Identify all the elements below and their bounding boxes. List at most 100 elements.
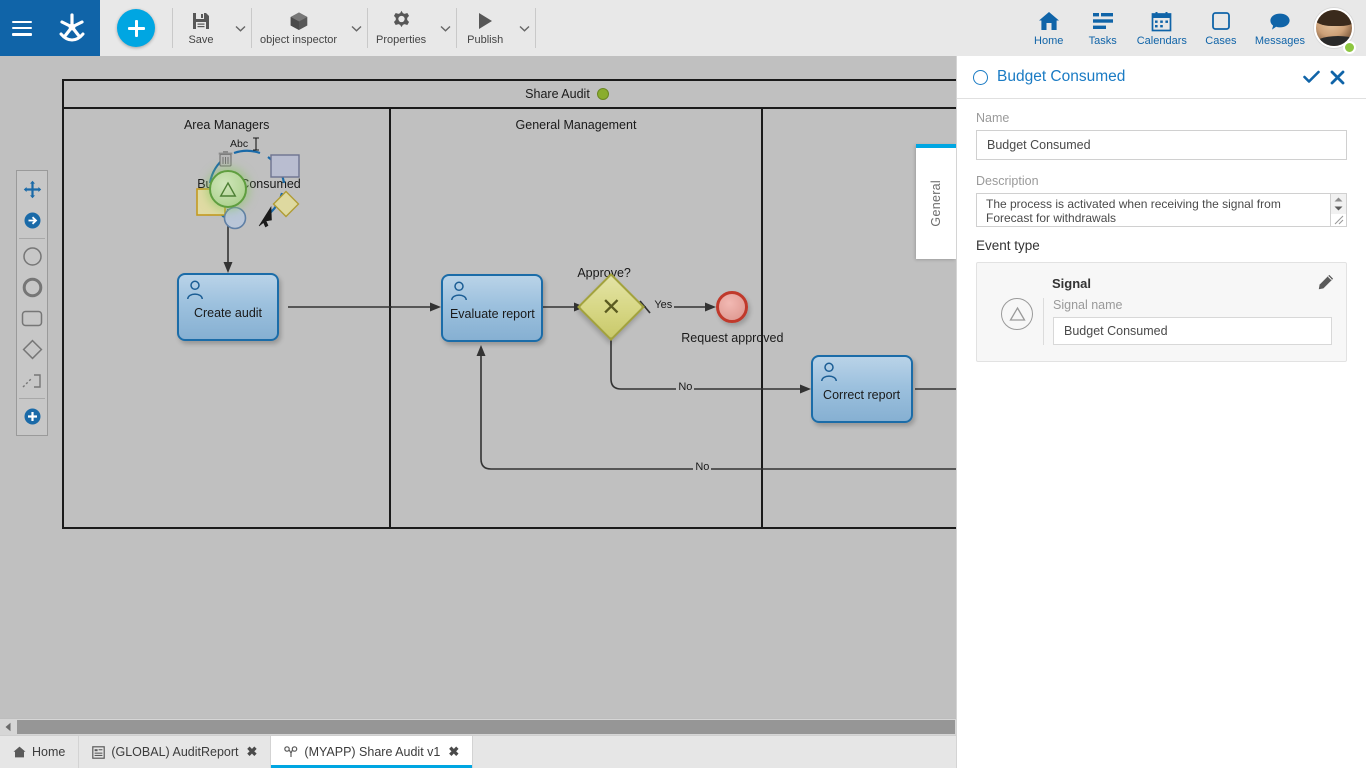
event-details: Signal Signal name <box>1043 276 1332 345</box>
properties-dropdown-caret[interactable] <box>434 0 456 56</box>
tab-myapp-share-audit[interactable]: (MYAPP) Share Audit v1 ✖ <box>271 736 473 768</box>
avatar-wrap[interactable] <box>1312 0 1360 56</box>
task-create-audit[interactable]: Create audit <box>177 273 279 341</box>
nav-messages-label: Messages <box>1255 35 1305 47</box>
tab-close-icon[interactable]: ✖ <box>247 744 258 760</box>
delete-trash-icon[interactable] <box>218 151 233 172</box>
lane-title-area-managers: Area Managers <box>64 118 389 132</box>
cases-icon <box>1211 9 1231 33</box>
start-event-icon[interactable] <box>17 241 47 272</box>
play-icon <box>475 10 495 32</box>
tab-general-label: General <box>929 180 943 227</box>
tab-home-label: Home <box>32 745 65 759</box>
toolbar-save-label: Save <box>188 35 213 47</box>
pool-lanes: Area Managers Abc <box>64 109 956 529</box>
event-type-box: Signal Signal name <box>976 262 1347 362</box>
text-abc-icon[interactable]: Abc <box>230 138 248 150</box>
hamburger-icon[interactable] <box>12 21 32 36</box>
description-textarea[interactable] <box>976 193 1331 227</box>
name-field-label: Name <box>976 111 1347 125</box>
gateway-approve[interactable] <box>577 273 645 341</box>
diagram-canvas[interactable]: Share Audit Area Managers <box>0 56 956 718</box>
tab-close-icon[interactable]: ✖ <box>448 744 459 760</box>
pool-title: Share Audit <box>525 87 590 101</box>
calendar-icon <box>1151 9 1172 33</box>
task-correct-report[interactable]: Correct report <box>811 355 913 423</box>
tab-general[interactable]: General <box>916 144 956 259</box>
start-event-signal[interactable] <box>209 170 247 208</box>
description-scroll-spinner[interactable] <box>1331 194 1346 214</box>
panel-header: Budget Consumed <box>957 56 1366 99</box>
pool-header[interactable]: Share Audit <box>64 81 956 109</box>
bizagi-logo-icon[interactable] <box>55 12 89 44</box>
avatar-hair <box>1314 8 1354 26</box>
save-dropdown-caret[interactable] <box>229 0 251 56</box>
event-shape-icon[interactable] <box>223 206 247 235</box>
publish-dropdown-caret[interactable] <box>513 0 535 56</box>
tab-global-auditreport[interactable]: (GLOBAL) AuditReport ✖ <box>79 736 271 768</box>
sequence-flow-icon[interactable] <box>17 365 47 396</box>
radial-context-menu: Abc <box>182 137 312 237</box>
flow-label-no-1: No <box>676 381 694 393</box>
bpmn-pool[interactable]: Share Audit Area Managers <box>62 79 956 529</box>
field-spacer <box>976 160 1347 174</box>
tab-global-auditreport-label: (GLOBAL) AuditReport <box>111 745 238 759</box>
user-task-icon <box>186 280 204 300</box>
task-icon[interactable] <box>17 303 47 334</box>
intermediate-event-icon[interactable] <box>17 272 47 303</box>
nav-tasks-button[interactable]: Tasks <box>1076 0 1130 56</box>
nav-cases-label: Cases <box>1205 35 1236 47</box>
main-toolbar: Save object inspector <box>0 0 1366 56</box>
add-new-button[interactable] <box>117 9 155 47</box>
toolbar-object-inspector-label: object inspector <box>260 35 337 47</box>
tab-home[interactable]: Home <box>0 736 79 768</box>
tab-myapp-share-audit-label: (MYAPP) Share Audit v1 <box>304 745 440 759</box>
scrollbar-thumb[interactable] <box>17 720 955 734</box>
home-tab-icon <box>13 746 26 758</box>
palette-divider-1 <box>19 238 45 239</box>
brand-block <box>0 0 100 56</box>
task-shape-icon[interactable] <box>270 154 300 183</box>
nav-messages-button[interactable]: Messages <box>1248 0 1312 56</box>
arrow-shape-icon <box>256 205 276 234</box>
gateway-icon[interactable] <box>17 334 47 365</box>
task-evaluate-report[interactable]: Evaluate report <box>441 274 543 342</box>
panel-accept-button[interactable] <box>1298 64 1324 90</box>
nav-calendars-button[interactable]: Calendars <box>1130 0 1194 56</box>
move-tool-icon[interactable] <box>17 174 47 205</box>
panel-close-button[interactable] <box>1324 64 1350 90</box>
signal-name-input[interactable] <box>1053 317 1332 345</box>
toolbar-save-button[interactable]: Save <box>173 0 229 56</box>
task-create-audit-label: Create audit <box>194 294 262 320</box>
radial-abc-label: Abc <box>230 138 248 150</box>
toolbar-divider-5 <box>535 8 536 48</box>
toolbar-publish-button[interactable]: Publish <box>457 0 513 56</box>
lane-area-managers[interactable]: Area Managers Abc <box>64 109 391 529</box>
description-resize-grip[interactable] <box>1331 214 1346 226</box>
name-input[interactable] <box>976 130 1347 160</box>
properties-panel: Budget Consumed Name Description <box>956 56 1366 768</box>
description-wrap <box>976 193 1347 227</box>
message-icon <box>1269 9 1291 33</box>
connector-arrow-icon[interactable] <box>17 205 47 236</box>
gateway-label: Approve? <box>577 266 631 280</box>
object-inspector-dropdown-caret[interactable] <box>345 0 367 56</box>
scroll-left-arrow-icon[interactable] <box>0 719 16 736</box>
gear-icon <box>391 10 412 32</box>
end-event-request-approved[interactable] <box>716 291 748 323</box>
nav-calendars-label: Calendars <box>1137 35 1187 47</box>
nav-cases-button[interactable]: Cases <box>1194 0 1248 56</box>
toolbar-object-inspector-button[interactable]: object inspector <box>252 0 345 56</box>
gateway-shape-icon[interactable] <box>272 190 300 223</box>
add-element-icon[interactable] <box>17 401 47 432</box>
lane-general-management[interactable]: General Management <box>391 109 762 529</box>
home-icon <box>1038 9 1060 33</box>
nav-home-label: Home <box>1034 35 1063 47</box>
toolbar-properties-button[interactable]: Properties <box>368 0 434 56</box>
pool-status-dot <box>597 88 609 100</box>
pencil-icon[interactable] <box>1318 274 1334 295</box>
description-side-controls <box>1331 193 1347 227</box>
process-tab-icon <box>284 746 298 759</box>
nav-home-button[interactable]: Home <box>1022 0 1076 56</box>
canvas-horizontal-scrollbar[interactable] <box>0 718 956 735</box>
